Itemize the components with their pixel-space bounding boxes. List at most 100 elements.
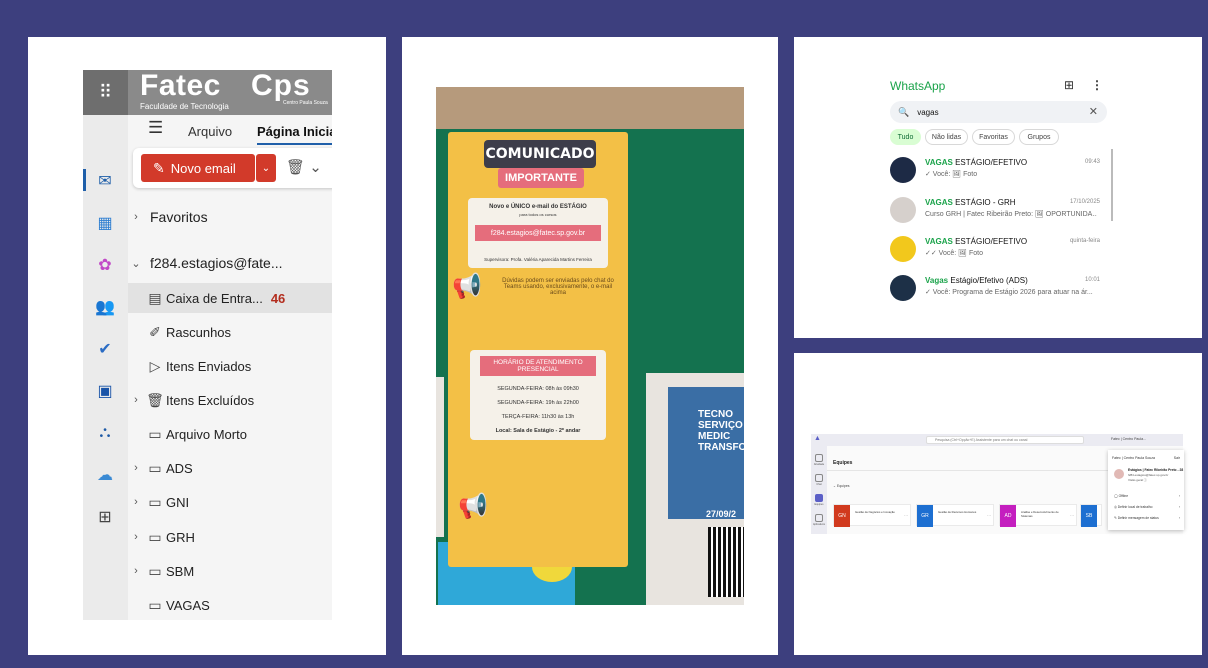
unread-count: 46 xyxy=(270,290,286,306)
hamburger-icon[interactable]: ☰ xyxy=(148,118,163,138)
close-icon[interactable]: ✕ xyxy=(1089,105,1098,118)
folder-icon: ▭ xyxy=(148,596,162,613)
outlook-header: ⠿ Fatec Faculdade de Tecnologia Cps Cent… xyxy=(83,70,332,115)
bulletin-photo-panel: TECNO SERVIÇO MEDIC TRANSFO 27/09/2 Parc… xyxy=(402,37,778,655)
search-input[interactable]: Pesquisa (Ctrl+Opção+E) Assistente para … xyxy=(926,436,1084,444)
draft-icon: ✐ xyxy=(149,323,161,340)
delete-icon[interactable]: 🗑 ⌄ xyxy=(286,158,322,176)
app-launcher-icon[interactable]: ⠿ xyxy=(83,70,128,115)
avatar xyxy=(1114,469,1124,479)
folder-vagas[interactable]: ▭ VAGAS xyxy=(128,590,332,620)
teams-icon[interactable] xyxy=(815,494,823,502)
chat-item[interactable]: Vagas Estágio/Efetivo (ADS) ✓ Você: Prog… xyxy=(890,275,1100,311)
avatar xyxy=(890,236,916,262)
whatsapp-title: WhatsApp xyxy=(890,79,946,93)
status-offline[interactable]: ◯ Offline › xyxy=(1114,494,1180,498)
filter-grupos[interactable]: Grupos xyxy=(1019,129,1059,145)
send-icon: ▷ xyxy=(149,357,161,374)
folder-grh[interactable]: › ▭ GRH xyxy=(128,522,332,552)
set-status-message[interactable]: ✎ Definir mensagem de status › xyxy=(1114,516,1180,520)
search-input[interactable]: 🔍 vagas ✕ xyxy=(890,101,1107,123)
filter-favoritas[interactable]: Favoritas xyxy=(972,129,1015,145)
comunicado-poster: COMUNICADO IMPORTANTE Novo e ÚNICO e-mai… xyxy=(448,132,628,567)
chevron-right-icon[interactable]: › xyxy=(128,211,144,223)
outlook-panel: ⠿ Fatec Faculdade de Tecnologia Cps Cent… xyxy=(28,37,386,655)
fatec-logo: Fatec Faculdade de Tecnologia xyxy=(140,70,229,111)
more-icon[interactable]: ··· xyxy=(987,513,991,518)
whatsapp-panel: WhatsApp ⊞ ⋮ 🔍 vagas ✕ Tudo Não lidas Fa… xyxy=(794,37,1202,338)
new-chat-icon[interactable]: ⊞ xyxy=(1064,78,1074,92)
account-popup: Fatec | Centro Paula Souza Sair Estágios… xyxy=(1108,450,1184,530)
chevron-right-icon[interactable]: › xyxy=(128,531,144,543)
inbox-icon: ▤ xyxy=(148,289,162,306)
folder-gni[interactable]: › ▭ GNI xyxy=(128,487,332,517)
page-title: Equipes xyxy=(833,460,853,466)
teams-panel: ▲ Pesquisa (Ctrl+Opção+E) Assistente par… xyxy=(794,353,1202,655)
avatar xyxy=(890,157,916,183)
megaphone-icon: 📢 xyxy=(458,493,488,520)
set-work-location[interactable]: ◎ Definir local de trabalho › xyxy=(1114,505,1180,509)
todo-icon[interactable]: ✔ xyxy=(95,339,115,359)
new-email-dropdown[interactable]: ⌄ xyxy=(256,154,276,182)
folder-account[interactable]: ⌄ f284.estagios@fate... xyxy=(128,248,332,278)
tab-arquivo[interactable]: Arquivo xyxy=(188,124,232,139)
people-icon[interactable]: 👥 xyxy=(95,297,115,317)
cps-logo: Cps Centro Paula Souza xyxy=(251,70,328,106)
copilot-icon[interactable]: ✿ xyxy=(95,255,115,275)
chevron-down-icon[interactable]: ⌄ xyxy=(128,257,144,270)
megaphone-icon: 📢 xyxy=(452,273,482,300)
teams-rail: Atividade Chat Equipes Aplicativos xyxy=(811,446,827,534)
more-options-icon[interactable]: ⋮ xyxy=(1091,78,1103,92)
chevron-right-icon[interactable]: › xyxy=(128,394,144,406)
folder-inbox[interactable]: ▤ Caixa de Entra... 46 xyxy=(128,283,332,313)
filter-tudo[interactable]: Tudo xyxy=(890,129,921,145)
chevron-right-icon[interactable]: › xyxy=(128,462,144,474)
folder-icon: ▭ xyxy=(148,493,162,510)
section-equipes[interactable]: ⌄ Equipes xyxy=(833,484,850,488)
avatar xyxy=(890,275,916,301)
teams-window: ▲ Pesquisa (Ctrl+Opção+E) Assistente par… xyxy=(811,434,1184,534)
org-icon[interactable]: ⛬ xyxy=(95,423,115,443)
tab-pagina-inicial[interactable]: Página Inicial xyxy=(257,124,332,139)
more-icon[interactable]: ··· xyxy=(904,513,908,518)
apps-icon[interactable] xyxy=(815,514,823,522)
user-account[interactable]: Fatec | Centro Paula... xyxy=(1111,437,1146,441)
filter-nao-lidas[interactable]: Não lidas xyxy=(925,129,968,145)
chevron-right-icon[interactable]: › xyxy=(128,496,144,508)
team-card[interactable]: GR Gestão de Recursos Humanos ··· xyxy=(916,504,994,527)
chat-item[interactable]: VAGAS ESTÁGIO/EFETIVO ✓ Você: 🖼 Foto 09:… xyxy=(890,157,1100,193)
rail-active-indicator xyxy=(83,169,86,191)
chevron-right-icon[interactable]: › xyxy=(128,565,144,577)
more-icon[interactable]: ··· xyxy=(1070,513,1074,518)
active-tab-underline xyxy=(257,143,332,145)
sign-out-link[interactable]: Sair xyxy=(1174,456,1180,460)
folder-enviados[interactable]: ▷ Itens Enviados xyxy=(128,351,332,381)
search-icon: 🔍 xyxy=(898,106,910,117)
chat-item[interactable]: VAGAS ESTÁGIO/EFETIVO ✓✓ Você: 🖼 Foto qu… xyxy=(890,236,1100,272)
folder-excluidos[interactable]: › 🗑 Itens Excluídos xyxy=(128,385,332,415)
cork-strip xyxy=(436,87,744,129)
folder-ads[interactable]: › ▭ ADS xyxy=(128,453,332,483)
teams-logo-icon: ▲ xyxy=(814,435,821,442)
team-card[interactable]: AD Análise e Desenvolvimento de Sistemas… xyxy=(999,504,1077,527)
folder-favoritos[interactable]: › Favoritos xyxy=(128,202,332,232)
activity-icon[interactable] xyxy=(815,454,823,462)
team-card[interactable]: GN Gestão de Negócios e Inovação ··· xyxy=(833,504,911,527)
folder-arquivo-morto[interactable]: ▭ Arquivo Morto xyxy=(128,419,332,449)
new-email-button[interactable]: ✎ Novo email xyxy=(141,154,255,182)
save-icon[interactable]: ▣ xyxy=(95,381,115,401)
chat-item[interactable]: VAGAS ESTÁGIO - GRH Curso GRH | Fatec Ri… xyxy=(890,197,1100,233)
calendar-icon[interactable]: ▦ xyxy=(95,213,115,233)
mail-icon[interactable]: ✉ xyxy=(95,171,115,191)
scrollbar[interactable] xyxy=(1111,149,1113,221)
folder-sbm[interactable]: › ▭ SBM xyxy=(128,556,332,586)
more-apps-icon[interactable]: ⊞ xyxy=(95,507,115,527)
avatar xyxy=(890,197,916,223)
hours-notice: HORÁRIO DE ATENDIMENTO PRESENCIAL SEGUND… xyxy=(470,350,606,440)
event-poster: TECNO SERVIÇO MEDIC TRANSFO 27/09/2 xyxy=(668,387,744,519)
team-card[interactable]: SB xyxy=(1080,504,1102,527)
email-notice: Novo e ÚNICO e-mail do ESTÁGIO para todo… xyxy=(468,198,608,268)
chat-icon[interactable] xyxy=(815,474,823,482)
folder-rascunhos[interactable]: ✐ Rascunhos xyxy=(128,317,332,347)
onedrive-icon[interactable]: ☁ xyxy=(95,465,115,485)
